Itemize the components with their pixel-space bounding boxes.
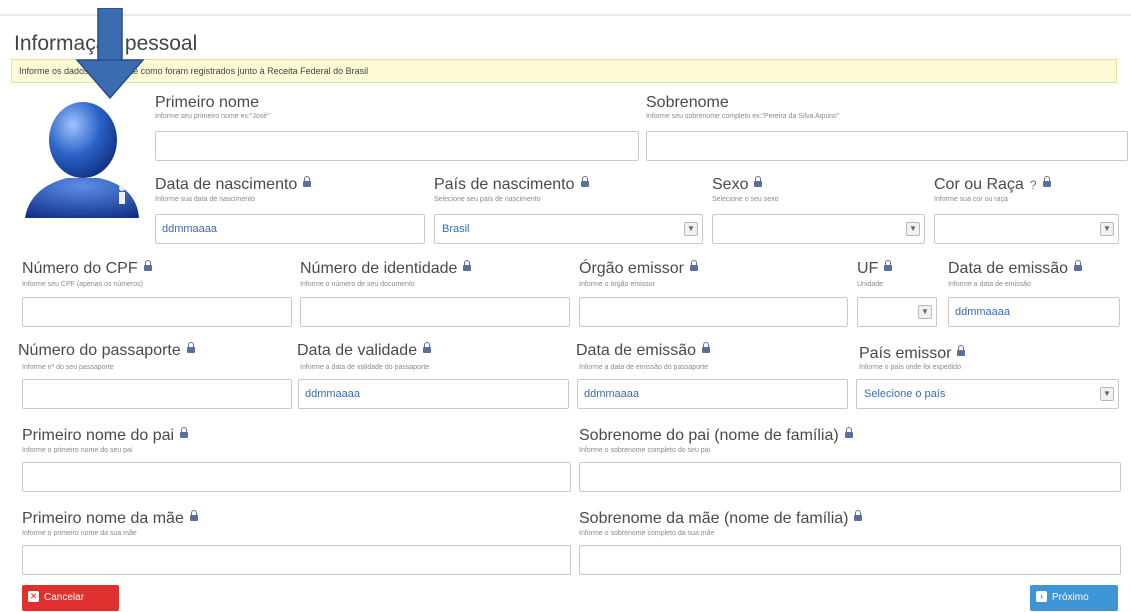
birth-country-value: Brasil [442, 223, 470, 235]
lock-icon [580, 175, 589, 187]
lock-icon [754, 175, 763, 187]
race-label: Cor ou Raça? [934, 175, 1051, 194]
chevron-down-icon[interactable]: ▼ [918, 305, 932, 319]
down-arrow-icon [75, 8, 145, 100]
uf-select[interactable]: ▼ [857, 297, 937, 327]
sex-hint: Selecione o seu sexo [712, 196, 779, 203]
passport-input[interactable] [22, 379, 292, 409]
father-surname-hint: Informe o sobrenome completo do seu pai [579, 447, 711, 454]
lock-icon [884, 259, 893, 271]
surname-label: Sobrenome [646, 94, 729, 111]
mother-first-name-label: Primeiro nome da mãe [22, 509, 198, 528]
father-first-name-hint: Informe o primeiro nome do seu pai [22, 447, 133, 454]
issue-date-label: Data de emissão [948, 259, 1083, 278]
validity-date-label: Data de validade [297, 341, 432, 360]
cpf-input[interactable] [22, 297, 292, 327]
lock-icon [143, 259, 152, 271]
birth-country-hint: Selecione seu país de nascimento [434, 196, 541, 203]
next-button[interactable]: › Próximo [1030, 585, 1118, 611]
lock-icon [423, 341, 432, 353]
surname-hint: Informe seu sobrenome completo ex:"Perei… [646, 113, 840, 120]
chevron-down-icon[interactable]: ▼ [906, 222, 920, 236]
issuing-country-value: Selecione o país [864, 388, 946, 400]
mother-first-name-input[interactable] [22, 545, 571, 575]
first-name-label: Primeiro nome [155, 94, 260, 111]
mother-first-name-hint: Informe o primeiro nome da sua mãe [22, 530, 137, 537]
birth-date-hint: Informe sua data de nascimento [155, 196, 256, 203]
chevron-down-icon[interactable]: ▼ [1100, 222, 1114, 236]
lock-icon [1074, 259, 1083, 271]
uf-hint: Unidade [857, 281, 884, 288]
birth-country-select[interactable]: Brasil ▼ [434, 214, 703, 244]
arrow-right-icon: › [1036, 590, 1047, 602]
lock-icon [702, 341, 711, 353]
lock-icon [957, 344, 966, 356]
help-icon[interactable]: ? [1030, 178, 1037, 192]
cpf-label: Número do CPF [22, 259, 152, 278]
father-first-name-input[interactable] [22, 462, 571, 492]
issuer-label: Órgão emissor [579, 259, 698, 278]
validity-date-input[interactable] [298, 379, 569, 409]
cancel-label: Cancelar [44, 592, 85, 603]
next-label: Próximo [1052, 592, 1089, 603]
passport-label: Número do passaporte [18, 341, 195, 360]
father-surname-label: Sobrenome do pai (nome de família) [579, 426, 853, 445]
surname-input[interactable] [646, 131, 1128, 161]
issue-date-hint: Informe a data de emissão [948, 281, 1031, 288]
father-surname-input[interactable] [579, 462, 1121, 492]
validity-date-hint: Informe a data de validade do passaporte [300, 364, 430, 371]
first-name-hint: Informe seu primeiro nome ex:"José" [155, 113, 270, 120]
lock-icon [844, 426, 853, 438]
birth-date-input[interactable] [155, 214, 425, 244]
birth-country-label: País de nascimento [434, 175, 589, 194]
id-number-label: Número de identidade [300, 259, 472, 278]
mother-surname-input[interactable] [579, 545, 1121, 575]
lock-icon [1042, 175, 1051, 187]
close-icon: ✕ [28, 590, 39, 602]
lock-icon [463, 259, 472, 271]
top-divider [0, 14, 1131, 16]
passport-issue-date-hint: Informe a data de emissão do passaporte [579, 364, 709, 371]
issuer-hint: Informe o órgão emissor [579, 281, 655, 288]
cpf-hint: Informe seu CPF (apenas os números) [22, 281, 143, 288]
lock-icon [186, 341, 195, 353]
father-first-name-label: Primeiro nome do pai [22, 426, 189, 445]
cancel-button[interactable]: ✕ Cancelar [22, 585, 119, 611]
lock-icon [689, 259, 698, 271]
mother-surname-label: Sobrenome da mãe (nome de família) [579, 509, 863, 528]
passport-hint: Informe nº do seu passaporte [22, 364, 114, 371]
id-number-hint: Informe o número de seu documento [300, 281, 415, 288]
race-select[interactable]: ▼ [934, 214, 1119, 244]
issuer-input[interactable] [579, 297, 848, 327]
uf-label: UF [857, 259, 893, 278]
chevron-down-icon[interactable]: ▼ [1100, 387, 1114, 401]
id-number-input[interactable] [300, 297, 570, 327]
first-name-input[interactable] [155, 131, 639, 161]
issuing-country-label: País emissor [859, 344, 966, 363]
avatar-icon [25, 102, 139, 218]
sex-label: Sexo [712, 175, 763, 194]
lock-icon [303, 175, 312, 187]
issue-date-input[interactable] [948, 297, 1120, 327]
passport-issue-date-label: Data de emissão [576, 341, 711, 360]
issuing-country-select[interactable]: Selecione o país ▼ [856, 379, 1119, 409]
issuing-country-hint: Informe o país onde foi expedido [859, 364, 961, 371]
mother-surname-hint: Informe o sobrenome completo da sua mãe [579, 530, 715, 537]
sex-select[interactable]: ▼ [712, 214, 925, 244]
chevron-down-icon[interactable]: ▼ [684, 222, 698, 236]
lock-icon [854, 509, 863, 521]
notice-banner: Informe os dados exatamente como foram r… [11, 59, 1117, 83]
birth-date-label: Data de nascimento [155, 175, 312, 194]
lock-icon [189, 509, 198, 521]
race-hint: Informe sua cor ou raça [934, 196, 1008, 203]
lock-icon [180, 426, 189, 438]
passport-issue-date-input[interactable] [577, 379, 848, 409]
